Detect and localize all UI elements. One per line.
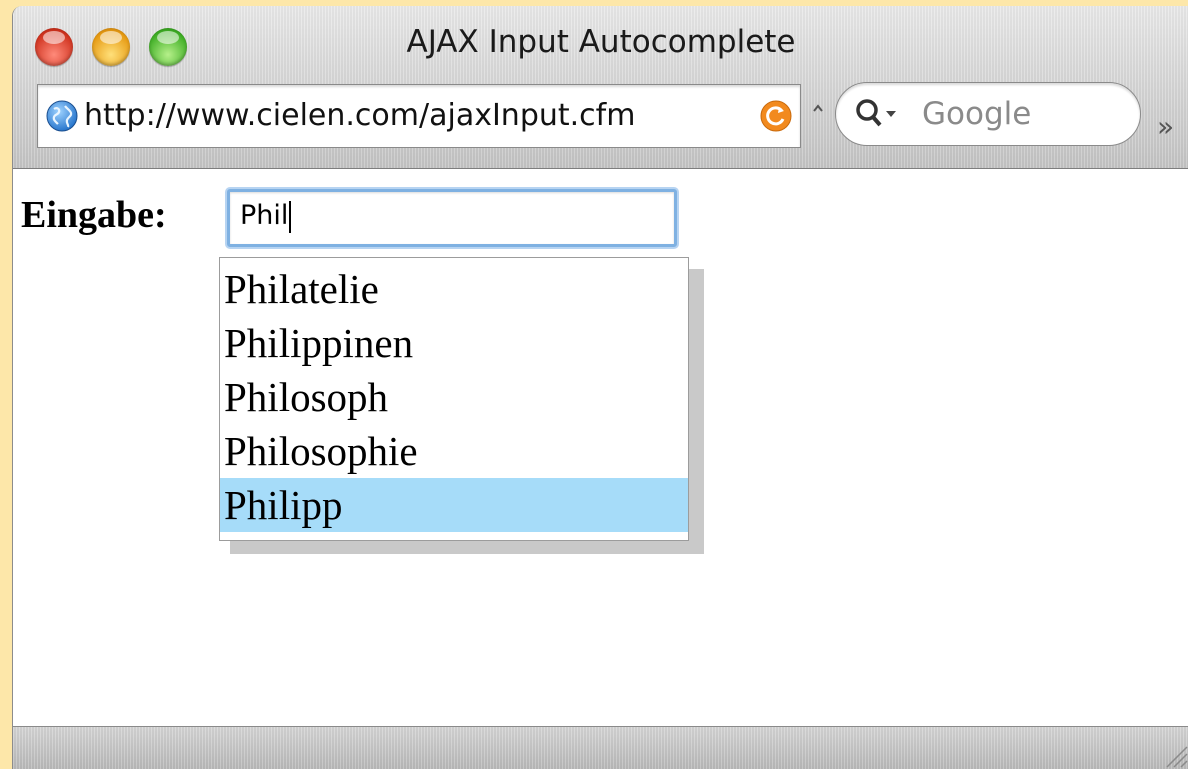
page-content: Eingabe: Phil Philatelie Philippinen Phi… <box>13 169 1188 727</box>
suggestion-item[interactable]: Philosoph <box>220 370 688 424</box>
resize-grip-icon[interactable] <box>1161 741 1188 769</box>
autocomplete-input-value[interactable]: Phil <box>240 200 292 233</box>
suggestion-item[interactable]: Philosophie <box>220 424 688 478</box>
search-icon[interactable] <box>854 96 904 132</box>
input-label: Eingabe: <box>21 194 167 236</box>
reload-icon[interactable] <box>760 100 792 132</box>
title-toolbar-area: AJAX Input Autocomplete http://www.ciele… <box>13 6 1188 169</box>
autocomplete-input[interactable]: Phil <box>227 189 677 247</box>
address-bar[interactable] <box>37 84 801 148</box>
suggestion-item[interactable]: Philatelie <box>220 262 688 316</box>
globe-icon <box>46 100 78 132</box>
suggestion-dropdown[interactable]: Philatelie Philippinen Philosoph Philoso… <box>219 257 689 541</box>
toolbar-overflow-icon[interactable]: » <box>1157 110 1174 143</box>
search-bar[interactable] <box>835 82 1141 146</box>
chevron-up-icon[interactable] <box>811 102 825 116</box>
browser-window: AJAX Input Autocomplete http://www.ciele… <box>12 6 1188 769</box>
status-bar <box>13 726 1188 769</box>
suggestion-item[interactable]: Philipp <box>220 478 688 532</box>
window-title: AJAX Input Autocomplete <box>406 24 796 60</box>
text-caret <box>289 200 292 233</box>
suggestion-item[interactable]: Philippinen <box>220 316 688 370</box>
url-input[interactable] <box>84 93 754 137</box>
search-input[interactable] <box>922 92 1122 136</box>
